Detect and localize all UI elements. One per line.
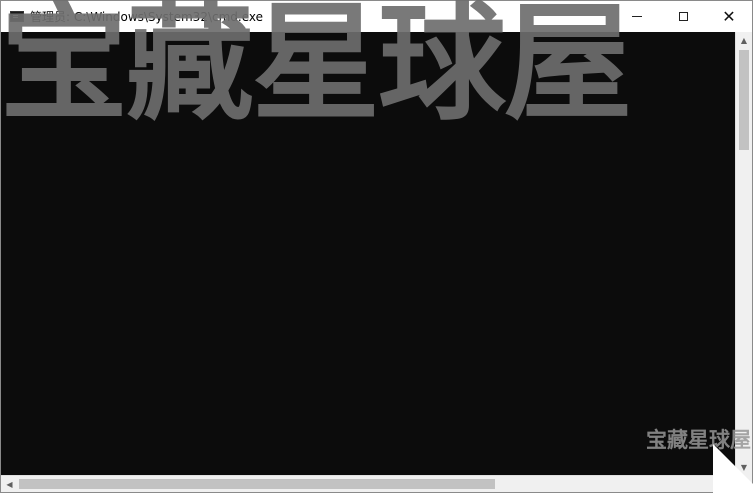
horizontal-scrollbar[interactable]: ◀ ▶ <box>1 475 735 492</box>
horizontal-scroll-thumb[interactable] <box>19 479 495 489</box>
watermark-large: 宝藏星球屋 <box>0 0 632 131</box>
chevron-left-icon[interactable]: ◀ <box>1 476 18 492</box>
page-corner-fold <box>713 443 753 493</box>
